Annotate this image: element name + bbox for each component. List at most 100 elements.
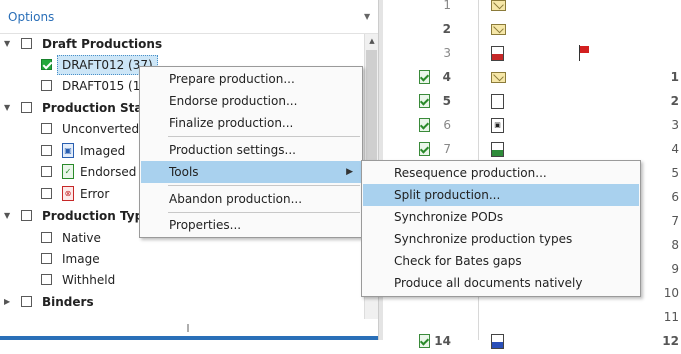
menu-item-label: Finalize production... [169, 116, 294, 130]
checkbox[interactable] [41, 188, 52, 199]
tree-node-label: Withheld [62, 273, 116, 287]
menu-item-label: Produce all documents natively [394, 276, 583, 290]
row-sequence: 2 [670, 94, 679, 108]
checkbox-checked[interactable] [41, 59, 52, 70]
row-number: 4 [442, 70, 451, 84]
checkbox[interactable] [41, 145, 52, 156]
document-icon [491, 142, 504, 157]
tree-node-label: Draft Productions [42, 37, 163, 51]
table-row[interactable]: 3 [383, 42, 681, 66]
table-row[interactable]: 2 [383, 18, 681, 42]
checkbox[interactable] [41, 274, 52, 285]
menu-item-synchronize-pods[interactable]: Synchronize PODs [363, 206, 639, 228]
checkbox[interactable] [41, 166, 52, 177]
checkbox[interactable] [21, 38, 32, 49]
table-row[interactable]: 6 ▣ 3 [383, 114, 681, 138]
menu-item-label: Check for Bates gaps [394, 254, 522, 268]
collapse-arrow-icon[interactable]: ▼ [4, 98, 14, 118]
row-number: 6 [443, 118, 451, 132]
menu-item-resequence-production[interactable]: Resequence production... [363, 162, 639, 184]
row-sequence: 3 [671, 118, 679, 132]
row-sequence: 6 [671, 190, 679, 204]
tree-node-withheld[interactable]: Withheld [0, 270, 364, 290]
menu-item-production-settings[interactable]: Production settings... [141, 139, 361, 161]
imaged-status-icon: ▣ [62, 143, 74, 158]
table-row[interactable]: 41 [383, 66, 681, 90]
checkbox[interactable] [41, 253, 52, 264]
menu-item-check-bates-gaps[interactable]: Check for Bates gaps [363, 250, 639, 272]
tools-submenu: Resequence production... Split productio… [361, 160, 641, 297]
email-icon [491, 24, 506, 35]
menu-item-label: Synchronize PODs [394, 210, 504, 224]
menu-item-produce-natively[interactable]: Produce all documents natively [363, 272, 639, 294]
document-icon: ▣ [491, 118, 504, 133]
row-number: 3 [443, 46, 451, 60]
menu-separator [168, 212, 360, 213]
tree-node-label: Endorsed [80, 165, 137, 179]
row-sequence: 7 [671, 214, 679, 228]
menu-item-finalize-production[interactable]: Finalize production... [141, 112, 361, 134]
menu-item-endorse-production[interactable]: Endorse production... [141, 90, 361, 112]
table-row[interactable]: 52 [383, 90, 681, 114]
flag-icon [579, 45, 591, 61]
row-sequence: 11 [663, 310, 679, 324]
bottom-accent-bar [0, 336, 378, 340]
table-row[interactable]: 74 [383, 138, 681, 162]
production-context-menu: Prepare production... Endorse production… [139, 66, 363, 238]
checkbox[interactable] [41, 80, 52, 91]
menu-item-tools[interactable]: Tools ▶ [141, 161, 361, 183]
row-number: 7 [443, 142, 451, 156]
endorsed-status-icon: ✓ [62, 164, 74, 179]
scroll-up-icon[interactable]: ▲ [365, 34, 379, 48]
tree-node-label: Production Sta [42, 101, 143, 115]
options-bar[interactable]: Options ▼ [0, 0, 378, 34]
tree-node-label: Image [62, 252, 100, 266]
menu-item-properties[interactable]: Properties... [141, 214, 361, 236]
menu-item-split-production[interactable]: Split production... [363, 184, 639, 206]
collapse-arrow-icon[interactable]: ▼ [4, 34, 14, 54]
collapse-arrow-icon[interactable]: ▼ [4, 206, 14, 226]
expand-arrow-icon[interactable]: ▶ [4, 292, 14, 312]
table-row[interactable]: 1 [383, 0, 681, 18]
row-number: 2 [442, 22, 451, 36]
checkbox[interactable] [41, 232, 52, 243]
menu-item-synchronize-production-types[interactable]: Synchronize production types [363, 228, 639, 250]
checkbox[interactable] [41, 123, 52, 134]
menu-item-label: Synchronize production types [394, 232, 573, 246]
menu-item-label: Abandon production... [169, 192, 303, 206]
checkbox[interactable] [21, 210, 32, 221]
tree-node-binders[interactable]: ▶ Binders [4, 292, 364, 312]
document-icon [491, 46, 504, 61]
checkbox[interactable] [21, 102, 32, 113]
email-icon [491, 0, 506, 11]
tree-node-label: Imaged [80, 144, 126, 158]
menu-item-label: Prepare production... [169, 72, 295, 86]
tree-node-label: Unconverted [62, 122, 140, 136]
options-dropdown-icon[interactable]: ▼ [364, 12, 370, 21]
menu-item-prepare-production[interactable]: Prepare production... [141, 68, 361, 90]
document-icon [491, 334, 504, 349]
menu-item-label: Resequence production... [394, 166, 547, 180]
tree-node-label: DRAFT015 (1 [62, 79, 141, 93]
table-row[interactable]: 14 12 [383, 330, 681, 354]
row-number: 1 [443, 0, 451, 12]
tree-node-image[interactable]: Image [0, 249, 364, 269]
row-sequence: 10 [663, 286, 679, 300]
tree-node-draft-productions[interactable]: ▼ Draft Productions [4, 34, 364, 54]
resize-grip-icon[interactable]: ‖ [186, 323, 192, 332]
menu-separator [168, 136, 360, 137]
menu-item-abandon-production[interactable]: Abandon production... [141, 188, 361, 210]
row-number: 5 [442, 94, 451, 108]
tree-node-label: Production Typ [42, 209, 144, 223]
row-sequence: 4 [671, 142, 679, 156]
submenu-arrow-icon: ▶ [346, 167, 353, 177]
row-sequence: 9 [671, 262, 679, 276]
menu-item-label: Tools [169, 165, 199, 179]
options-label[interactable]: Options [8, 10, 54, 24]
row-sequence: 1 [670, 70, 679, 84]
menu-item-label: Production settings... [169, 143, 296, 157]
tree-node-label: Binders [42, 295, 94, 309]
row-sequence: 8 [671, 238, 679, 252]
table-row[interactable]: 11 [383, 306, 681, 330]
checkbox[interactable] [21, 296, 32, 307]
